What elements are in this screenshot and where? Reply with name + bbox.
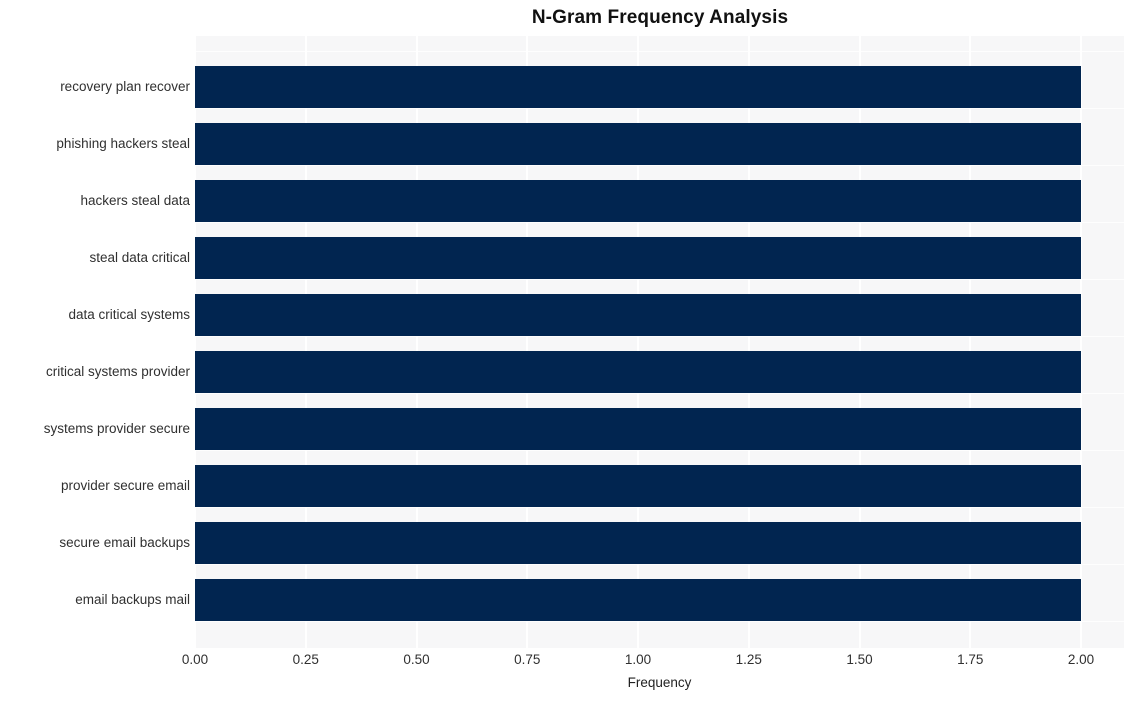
gridline-horizontal xyxy=(195,279,1124,280)
y-axis-tick-labels: recovery plan recover phishing hackers st… xyxy=(0,36,190,648)
x-axis-tick-label: 1.25 xyxy=(735,652,762,667)
y-axis-tick-label: secure email backups xyxy=(59,535,190,550)
y-axis-tick-label: data critical systems xyxy=(68,307,190,322)
y-axis-tick-label: systems provider secure xyxy=(43,421,190,436)
x-axis-tick-label: 1.75 xyxy=(957,652,984,667)
chart-figure: N-Gram Frequency Analysis recovery plan … xyxy=(0,0,1135,701)
bar xyxy=(195,66,1081,108)
y-axis-tick-label: email backups mail xyxy=(75,592,190,607)
gridline-horizontal xyxy=(195,336,1124,337)
x-axis-title: Frequency xyxy=(627,675,692,690)
gridline-horizontal xyxy=(195,621,1124,622)
bar xyxy=(195,294,1081,336)
bar xyxy=(195,522,1081,564)
y-axis-tick-label: critical systems provider xyxy=(45,364,190,379)
x-axis-tick-labels: 0.00 0.25 0.50 0.75 1.00 1.25 1.50 1.75 2.00 xyxy=(182,652,1124,672)
x-axis-tick-label: 0.75 xyxy=(514,652,541,667)
x-axis-tick-label: 0.25 xyxy=(292,652,319,667)
y-axis-tick-label: phishing hackers steal xyxy=(56,136,190,151)
bar xyxy=(195,123,1081,165)
y-axis-tick-label: steal data critical xyxy=(89,250,190,265)
bar xyxy=(195,237,1081,279)
x-axis-tick-label: 2.00 xyxy=(1067,652,1095,667)
bar xyxy=(195,351,1081,393)
y-axis-tick-label: hackers steal data xyxy=(80,193,190,208)
gridline-horizontal xyxy=(195,222,1124,223)
x-axis-tick-label: 0.00 xyxy=(181,652,209,667)
gridline-horizontal xyxy=(195,165,1124,166)
gridline-horizontal xyxy=(195,507,1124,508)
gridline-horizontal xyxy=(195,564,1124,565)
gridline-horizontal xyxy=(195,51,1124,52)
bar xyxy=(195,465,1081,507)
x-axis-tick-label: 1.00 xyxy=(624,652,652,667)
x-axis-tick-label: 1.50 xyxy=(846,652,873,667)
bar xyxy=(195,180,1081,222)
bar xyxy=(195,408,1081,450)
bar xyxy=(195,579,1081,621)
x-axis-tick-label: 0.50 xyxy=(403,652,430,667)
y-axis-tick-label: provider secure email xyxy=(60,478,190,493)
y-axis-tick-label: recovery plan recover xyxy=(60,79,190,94)
chart-title: N-Gram Frequency Analysis xyxy=(531,7,789,28)
gridline-horizontal xyxy=(195,450,1124,451)
gridline-horizontal xyxy=(195,108,1124,109)
gridline-horizontal xyxy=(195,393,1124,394)
plot-area xyxy=(195,36,1124,648)
